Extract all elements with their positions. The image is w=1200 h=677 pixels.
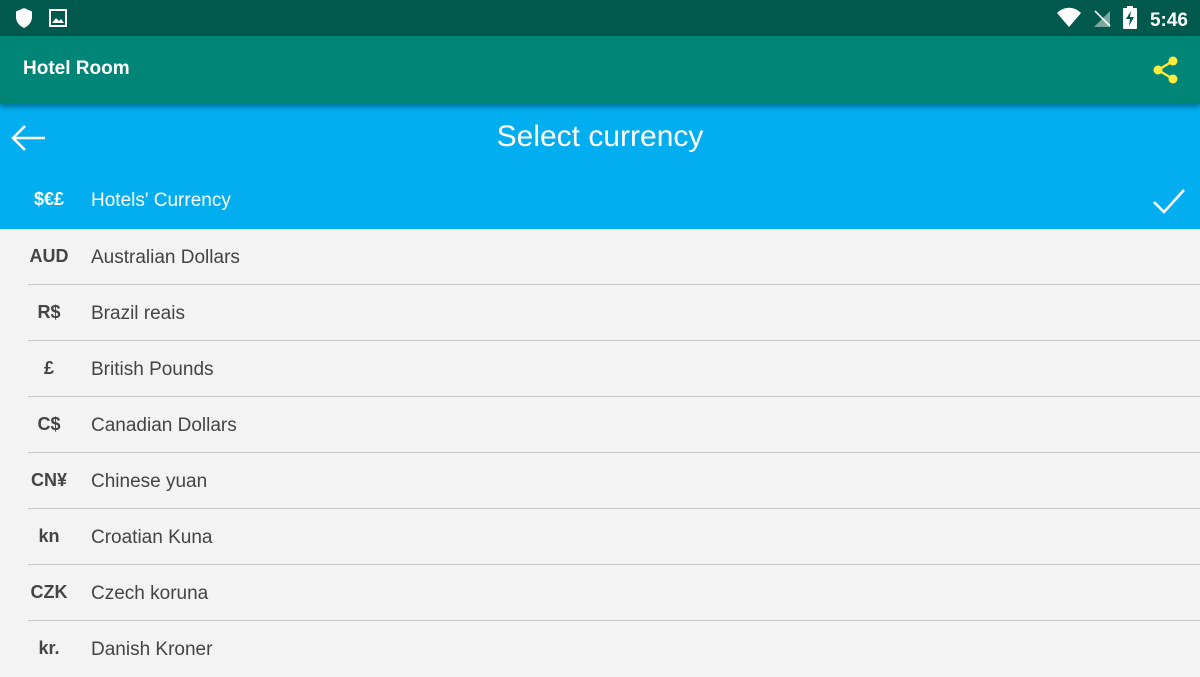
currency-name: Danish Kroner — [91, 639, 213, 660]
app-bar: Hotel Room — [0, 36, 1200, 104]
currency-row-dkk[interactable]: kr. Danish Kroner — [0, 621, 1200, 677]
page-title: Select currency — [496, 120, 704, 153]
currency-row-brl[interactable]: R$ Brazil reais — [0, 285, 1200, 341]
currency-row-aud[interactable]: AUD Australian Dollars — [0, 229, 1200, 285]
status-left-icons — [14, 7, 68, 34]
shield-icon — [14, 7, 34, 34]
currency-symbol: CZK — [30, 582, 68, 602]
currency-row-hotels[interactable]: $€£ Hotels' Currency — [0, 172, 1200, 229]
image-icon — [48, 8, 68, 33]
currency-row-gbp[interactable]: £ British Pounds — [0, 341, 1200, 397]
currency-list: $€£ Hotels' Currency AUD Australian Doll… — [0, 172, 1200, 677]
currency-symbol: R$ — [37, 302, 61, 322]
currency-name: Canadian Dollars — [91, 415, 237, 436]
currency-row-cny[interactable]: CN¥ Chinese yuan — [0, 453, 1200, 509]
currency-symbol: AUD — [29, 246, 69, 266]
currency-name: Croatian Kuna — [91, 527, 213, 548]
share-icon — [1153, 56, 1178, 84]
app-title: Hotel Room — [23, 58, 130, 79]
currency-row-cad[interactable]: C$ Canadian Dollars — [0, 397, 1200, 453]
currency-row-czk[interactable]: CZK Czech koruna — [0, 565, 1200, 621]
status-right-icons: 5:46 — [1056, 6, 1188, 35]
currency-header: Select currency — [0, 104, 1200, 172]
currency-symbol: kn — [38, 526, 60, 546]
currency-row-hrk[interactable]: kn Croatian Kuna — [0, 509, 1200, 565]
currency-symbol: C$ — [37, 414, 61, 434]
signal-off-icon — [1092, 7, 1112, 34]
share-button[interactable] — [1150, 54, 1182, 86]
currency-name: Czech koruna — [91, 583, 209, 604]
currency-symbol: CN¥ — [30, 470, 67, 490]
status-bar: 5:46 — [0, 0, 1200, 36]
currency-name: British Pounds — [91, 359, 214, 380]
currency-name: Hotels' Currency — [91, 190, 231, 211]
wifi-icon — [1056, 7, 1082, 34]
currency-name: Brazil reais — [91, 303, 185, 324]
check-icon — [1153, 189, 1185, 214]
currency-name: Chinese yuan — [91, 471, 208, 492]
back-button[interactable] — [10, 122, 48, 154]
currency-symbol: $€£ — [33, 189, 65, 209]
status-time: 5:46 — [1149, 9, 1188, 31]
currency-symbol: kr. — [38, 638, 60, 658]
battery-charging-icon — [1122, 6, 1138, 35]
arrow-left-icon — [11, 125, 45, 151]
currency-name: Australian Dollars — [91, 247, 240, 268]
currency-symbol: £ — [43, 358, 54, 378]
